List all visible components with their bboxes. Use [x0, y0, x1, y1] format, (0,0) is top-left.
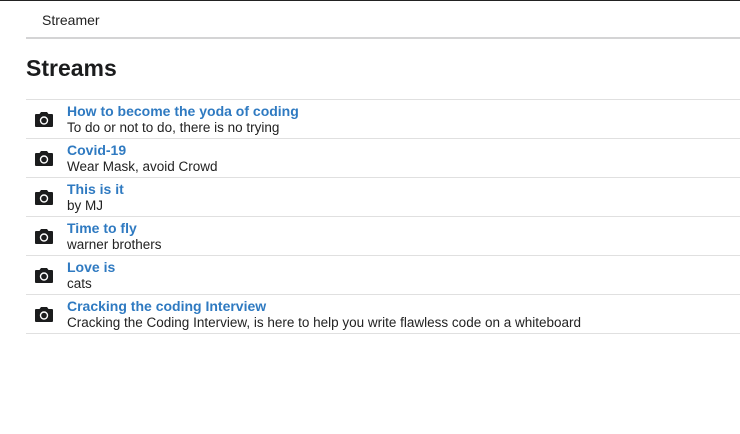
stream-list-item: Cracking the coding Interview Cracking t… — [26, 295, 740, 334]
stream-list-item: This is it by MJ — [26, 178, 740, 217]
camera-icon — [35, 229, 53, 244]
stream-content: Covid-19 Wear Mask, avoid Crowd — [67, 142, 740, 175]
brand-link[interactable]: Streamer — [42, 12, 100, 28]
camera-icon — [35, 307, 53, 322]
stream-content: Cracking the coding Interview Cracking t… — [67, 298, 740, 331]
stream-title-link[interactable]: Covid-19 — [67, 142, 740, 159]
stream-title-link[interactable]: Time to fly — [67, 220, 740, 237]
stream-content: This is it by MJ — [67, 181, 740, 214]
stream-list: How to become the yoda of coding To do o… — [26, 99, 740, 334]
stream-content: Time to fly warner brothers — [67, 220, 740, 253]
stream-content: Love is cats — [67, 259, 740, 292]
stream-list-item: Love is cats — [26, 256, 740, 295]
camera-icon — [35, 190, 53, 205]
stream-description: Wear Mask, avoid Crowd — [67, 159, 218, 174]
stream-title-link[interactable]: Cracking the coding Interview — [67, 298, 740, 315]
stream-list-item: Covid-19 Wear Mask, avoid Crowd — [26, 139, 740, 178]
stream-description: cats — [67, 276, 92, 291]
stream-list-item: How to become the yoda of coding To do o… — [26, 100, 740, 139]
stream-description: by MJ — [67, 198, 104, 213]
stream-description: To do or not to do, there is no trying — [67, 120, 280, 135]
camera-icon — [35, 268, 53, 283]
stream-title-link[interactable]: Love is — [67, 259, 740, 276]
camera-icon — [35, 151, 53, 166]
stream-description: warner brothers — [67, 237, 162, 252]
stream-content: How to become the yoda of coding To do o… — [67, 103, 740, 136]
stream-description: Cracking the Coding Interview, is here t… — [67, 315, 582, 330]
stream-title-link[interactable]: How to become the yoda of coding — [67, 103, 740, 120]
top-navbar: Streamer — [26, 1, 740, 39]
camera-icon — [35, 112, 53, 127]
page-title: Streams — [26, 55, 117, 81]
stream-list-item: Time to fly warner brothers — [26, 217, 740, 256]
stream-title-link[interactable]: This is it — [67, 181, 740, 198]
